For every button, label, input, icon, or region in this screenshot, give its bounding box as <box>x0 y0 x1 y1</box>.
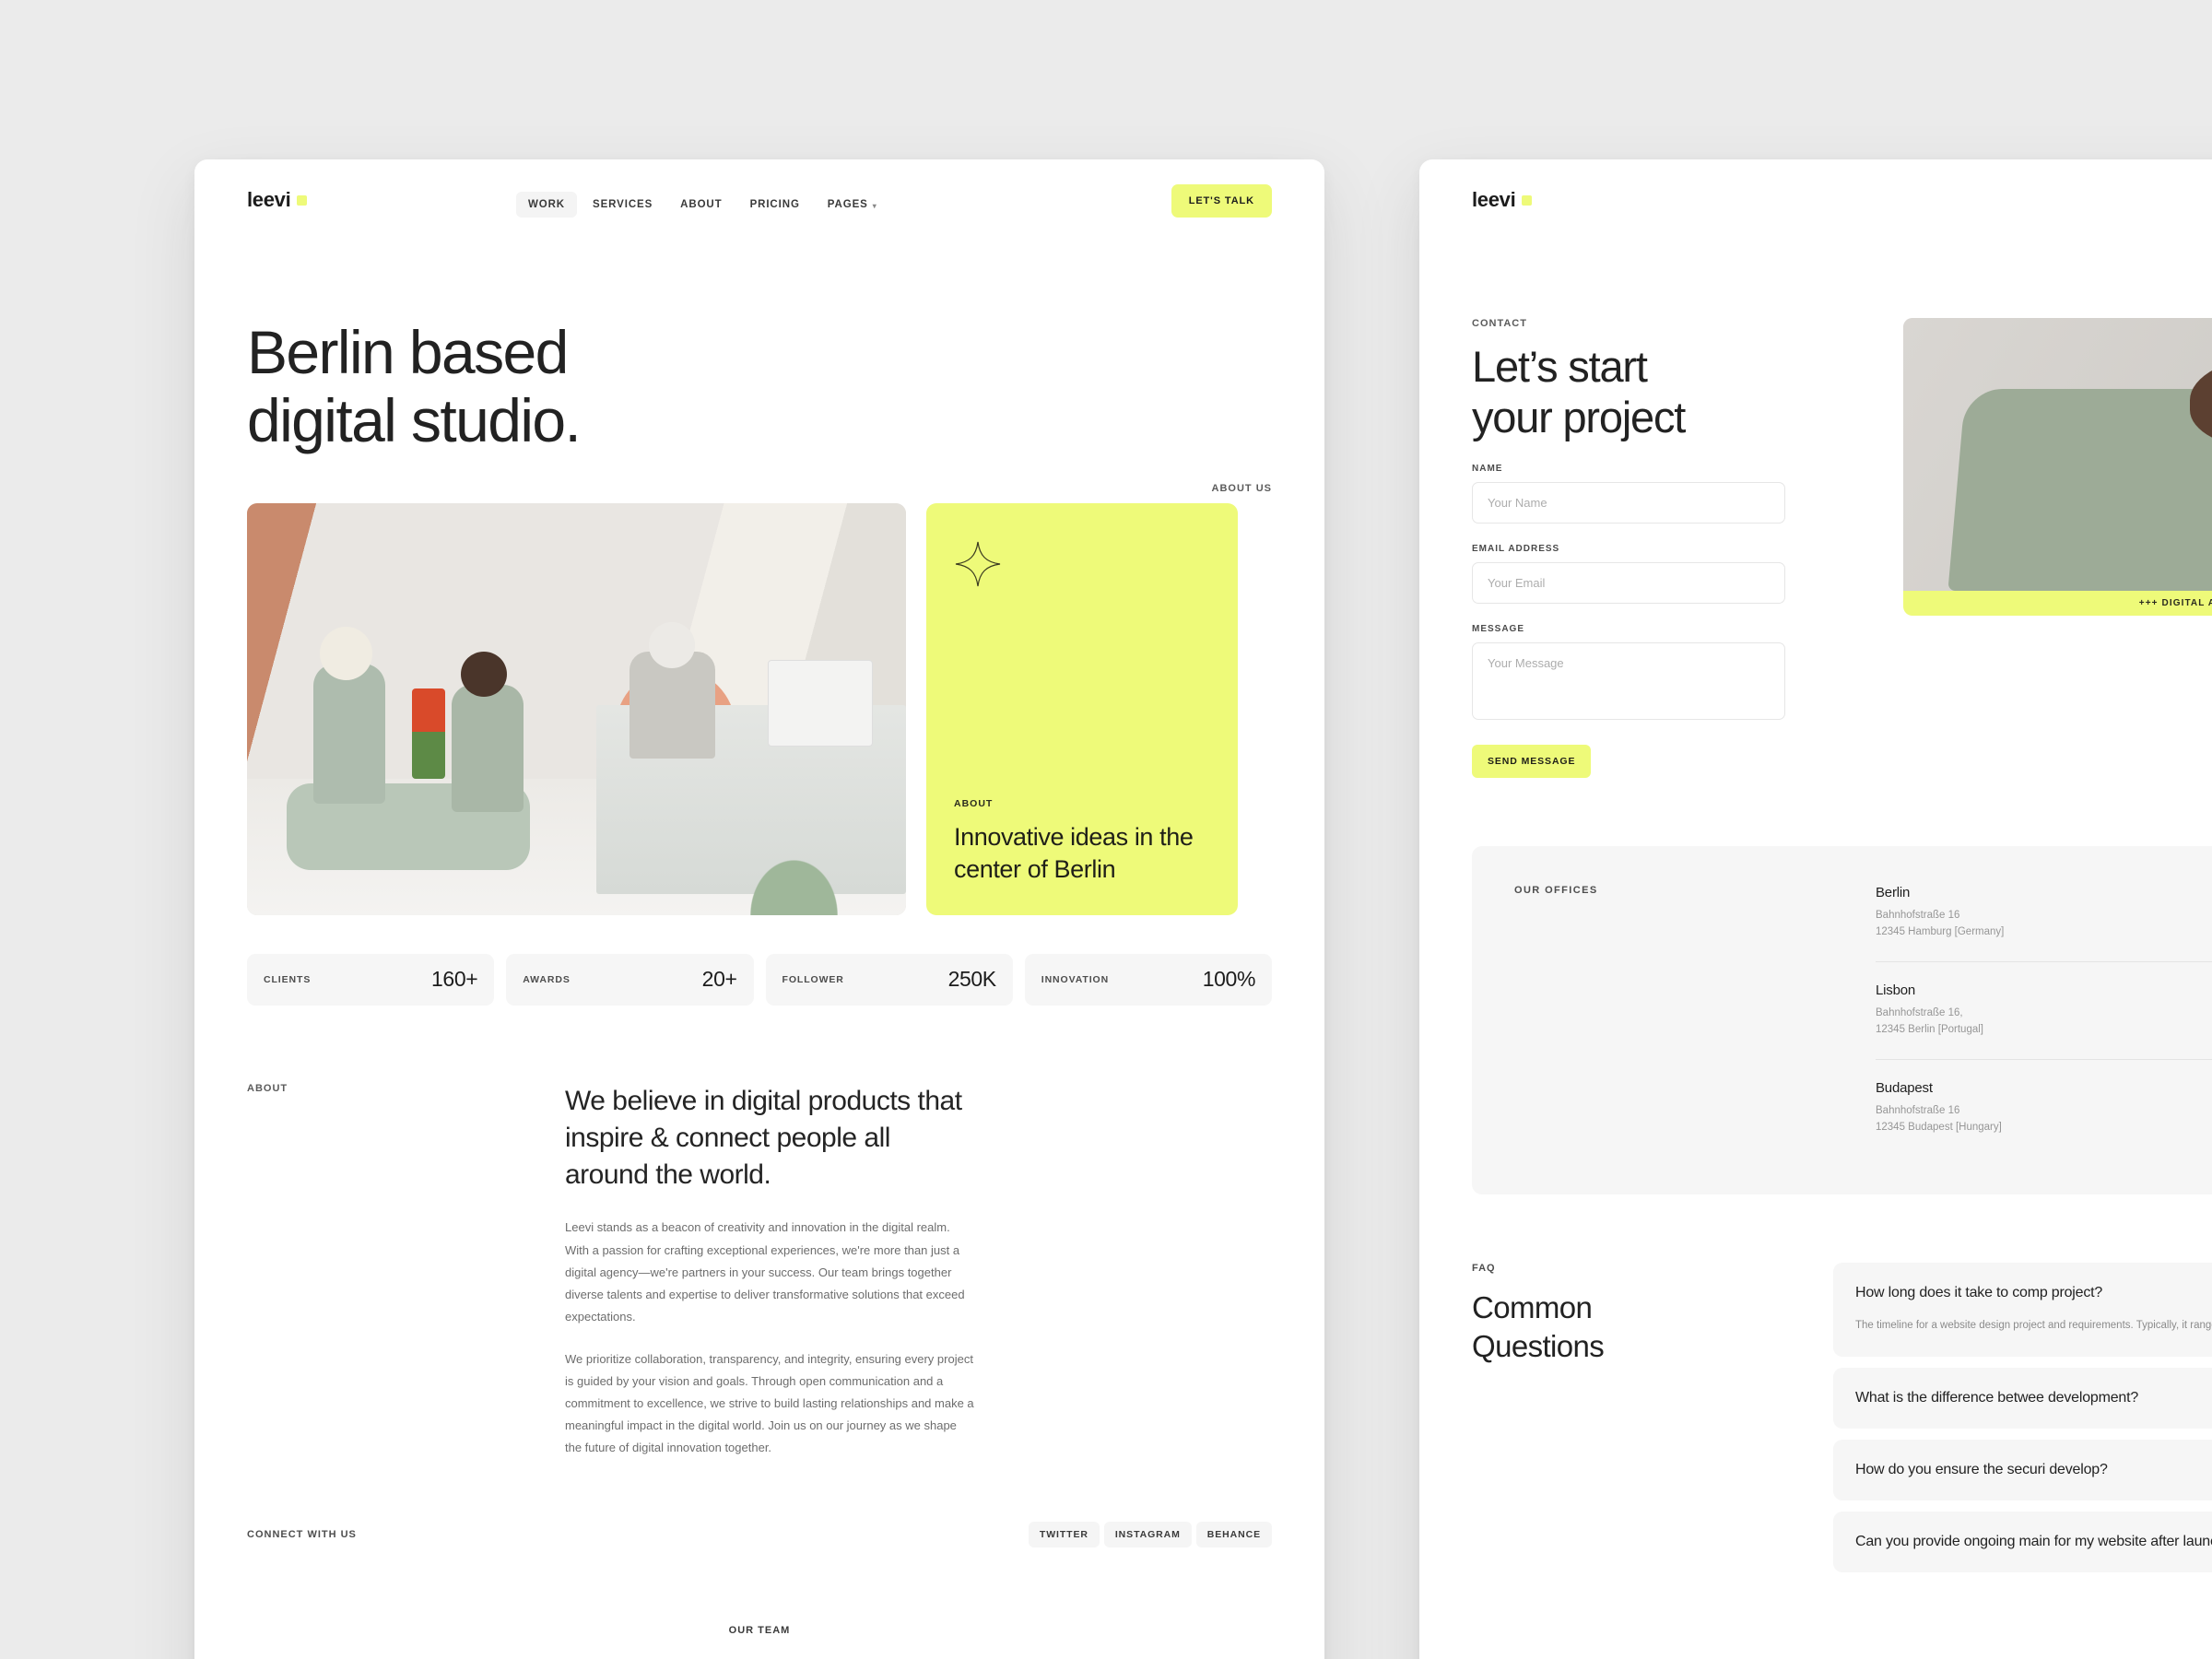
faq-heading: Common Questions <box>1472 1290 1605 1363</box>
office-item: Lisbon Bahnhofstraße 16, 12345 Berlin [P… <box>1876 960 2212 1059</box>
faq-list: How long does it take to comp project? T… <box>1833 1263 2212 1583</box>
nav-item-services[interactable]: SERVICES <box>581 192 665 218</box>
faq-answer: The timeline for a website design projec… <box>1855 1320 2212 1332</box>
faq-item[interactable]: What is the difference betwee developmen… <box>1833 1367 2212 1429</box>
about-section-label: ABOUT <box>247 1082 288 1094</box>
about-card-tag: ABOUT <box>954 797 994 809</box>
faq-question: Can you provide ongoing main for my webs… <box>1855 1533 2212 1549</box>
send-message-button[interactable]: SEND MESSAGE <box>1472 744 1592 778</box>
hero-section: Berlin based digital studio. <box>194 252 1324 455</box>
home-page-card: leevi WORK SERVICES ABOUT PRICING PAGES ▾… <box>194 159 1324 1659</box>
contact-title-line-2: your project <box>1472 392 1686 441</box>
logo[interactable]: leevi <box>1472 188 1533 212</box>
logo-square-dot-icon <box>1522 194 1533 206</box>
connect-label: CONNECT WITH US <box>247 1528 357 1540</box>
lets-talk-button[interactable]: LET'S TALK <box>1171 184 1272 218</box>
faq-item[interactable]: Can you provide ongoing main for my webs… <box>1833 1511 2212 1572</box>
office-city: Budapest <box>1876 1079 1933 1096</box>
office-item: Budapest Bahnhofstraße 16 12345 Budapest… <box>1876 1058 2212 1157</box>
social-link-twitter[interactable]: TWITTER <box>1028 1521 1100 1547</box>
email-label: EMAIL ADDRESS <box>1472 543 1560 554</box>
team-grid <box>194 1636 1324 1659</box>
social-link-instagram[interactable]: INSTAGRAM <box>1103 1521 1192 1547</box>
office-address: Bahnhofstraße 16 12345 Hamburg [Germany] <box>1876 909 2005 938</box>
page-title: Berlin based digital studio. <box>247 318 1272 455</box>
faq-item[interactable]: How long does it take to comp project? T… <box>1833 1263 2212 1357</box>
faq-heading-column: FAQ Common Questions <box>1472 1263 1806 1583</box>
main-nav: WORK SERVICES ABOUT PRICING PAGES ▾ <box>516 192 889 218</box>
contact-tag: CONTACT <box>1472 318 1527 329</box>
office-address: Bahnhofstraße 16 12345 Budapest [Hungary… <box>1876 1104 2002 1133</box>
office-city: Lisbon <box>1876 982 1916 998</box>
faq-question: What is the difference betwee developmen… <box>1855 1389 2139 1406</box>
offices-list: Berlin Bahnhofstraße 16 12345 Hamburg [G… <box>1876 885 2212 1156</box>
message-textarea[interactable] <box>1472 641 1785 720</box>
stat-innovation: INNOVATION 100% <box>1024 953 1272 1006</box>
about-paragraph-2: We prioritize collaboration, transparenc… <box>565 1351 974 1454</box>
social-link-behance[interactable]: BEHANCE <box>1195 1521 1272 1547</box>
email-input[interactable] <box>1472 561 1785 604</box>
office-item: Berlin Bahnhofstraße 16 12345 Hamburg [G… <box>1876 885 2212 961</box>
faq-question: How long does it take to comp project? <box>1855 1285 2103 1301</box>
name-label: NAME <box>1472 463 1503 474</box>
contact-form-column: CONTACT Let’s start your project NAME EM… <box>1472 318 1870 778</box>
stat-follower: FOLLOWER 250K <box>765 953 1013 1006</box>
chevron-down-icon: ▾ <box>872 201 877 210</box>
follow-row: FOLLOW US ON TWITTER <box>1903 636 2212 662</box>
contact-section: CONTACT Let’s start your project NAME EM… <box>1419 252 2212 778</box>
message-field-group: MESSAGE <box>1472 624 1870 724</box>
hero-media-row: ABOUT Innovative ideas in the center of … <box>194 494 1324 915</box>
social-links: TWITTER INSTAGRAM BEHANCE <box>1028 1521 1272 1547</box>
nav-item-pricing[interactable]: PRICING <box>738 192 812 218</box>
connect-section: CONNECT WITH US TWITTER INSTAGRAM BEHANC… <box>194 1459 1324 1547</box>
about-paragraph-1: Leevi stands as a beacon of creativity a… <box>565 1220 965 1324</box>
logo-square-dot-icon <box>297 194 308 206</box>
logo-text: leevi <box>247 188 291 211</box>
sparkle-star-icon <box>954 540 1210 593</box>
nav-item-about[interactable]: ABOUT <box>668 192 734 218</box>
stats-row: CLIENTS 160+ AWARDS 20+ FOLLOWER 250K IN… <box>194 915 1324 1006</box>
stat-clients: CLIENTS 160+ <box>247 953 495 1006</box>
contact-media-column: +++ DIGITAL AGENCY B FOLLOW US ON TWITTE… <box>1903 318 2212 778</box>
faq-item[interactable]: How do you ensure the securi develop? <box>1833 1439 2212 1500</box>
name-input[interactable] <box>1472 481 1785 524</box>
hero-title-line-2: digital studio. <box>247 385 582 454</box>
about-heading: We believe in digital products that insp… <box>565 1085 962 1190</box>
about-card-title: Innovative ideas in the center of Berlin <box>954 822 1194 883</box>
message-label: MESSAGE <box>1472 623 1525 634</box>
logo[interactable]: leevi <box>247 188 308 212</box>
stat-awards: AWARDS 20+ <box>506 953 754 1006</box>
marquee-banner: +++ DIGITAL AGENCY B <box>1903 591 2212 616</box>
faq-question: How do you ensure the securi develop? <box>1855 1461 2108 1477</box>
team-section-label: OUR TEAM <box>728 1624 791 1636</box>
hero-title-line-1: Berlin based <box>247 318 569 386</box>
office-city: Berlin <box>1876 884 1911 900</box>
office-team-photo <box>247 502 906 915</box>
about-us-tag: ABOUT US <box>1211 482 1272 494</box>
contact-title-line-1: Let’s start <box>1472 342 1648 391</box>
screenshot-stage: leevi WORK SERVICES ABOUT PRICING PAGES ▾… <box>0 0 2212 1659</box>
logo-text: leevi <box>1472 188 1516 211</box>
about-section: ABOUT We believe in digital products tha… <box>194 1006 1324 1459</box>
contact-title: Let’s start your project <box>1472 342 1870 443</box>
site-header-contact: leevi WORK SERVICES ABOUT PRICING PAGES▾ <box>1419 159 2212 252</box>
site-header: leevi WORK SERVICES ABOUT PRICING PAGES ▾… <box>194 159 1324 252</box>
nav-item-pages[interactable]: PAGES ▾ <box>816 192 889 218</box>
about-section-body: We believe in digital products that insp… <box>565 1083 975 1459</box>
offices-section: OUR OFFICES Berlin Bahnhofstraße 16 1234… <box>1472 845 2212 1195</box>
faq-section: FAQ Common Questions How long does it ta… <box>1419 1194 2212 1583</box>
faq-tag: FAQ <box>1472 1263 1496 1275</box>
name-field-group: NAME <box>1472 464 1870 524</box>
contact-person-photo <box>1903 318 2212 591</box>
nav-item-work[interactable]: WORK <box>516 192 578 218</box>
email-field-group: EMAIL ADDRESS <box>1472 544 1870 604</box>
office-address: Bahnhofstraße 16, 12345 Berlin [Portugal… <box>1876 1006 1983 1036</box>
contact-page-card: leevi WORK SERVICES ABOUT PRICING PAGES▾… <box>1419 159 2212 1659</box>
offices-label: OUR OFFICES <box>1514 884 1598 896</box>
about-highlight-card: ABOUT Innovative ideas in the center of … <box>926 502 1238 915</box>
